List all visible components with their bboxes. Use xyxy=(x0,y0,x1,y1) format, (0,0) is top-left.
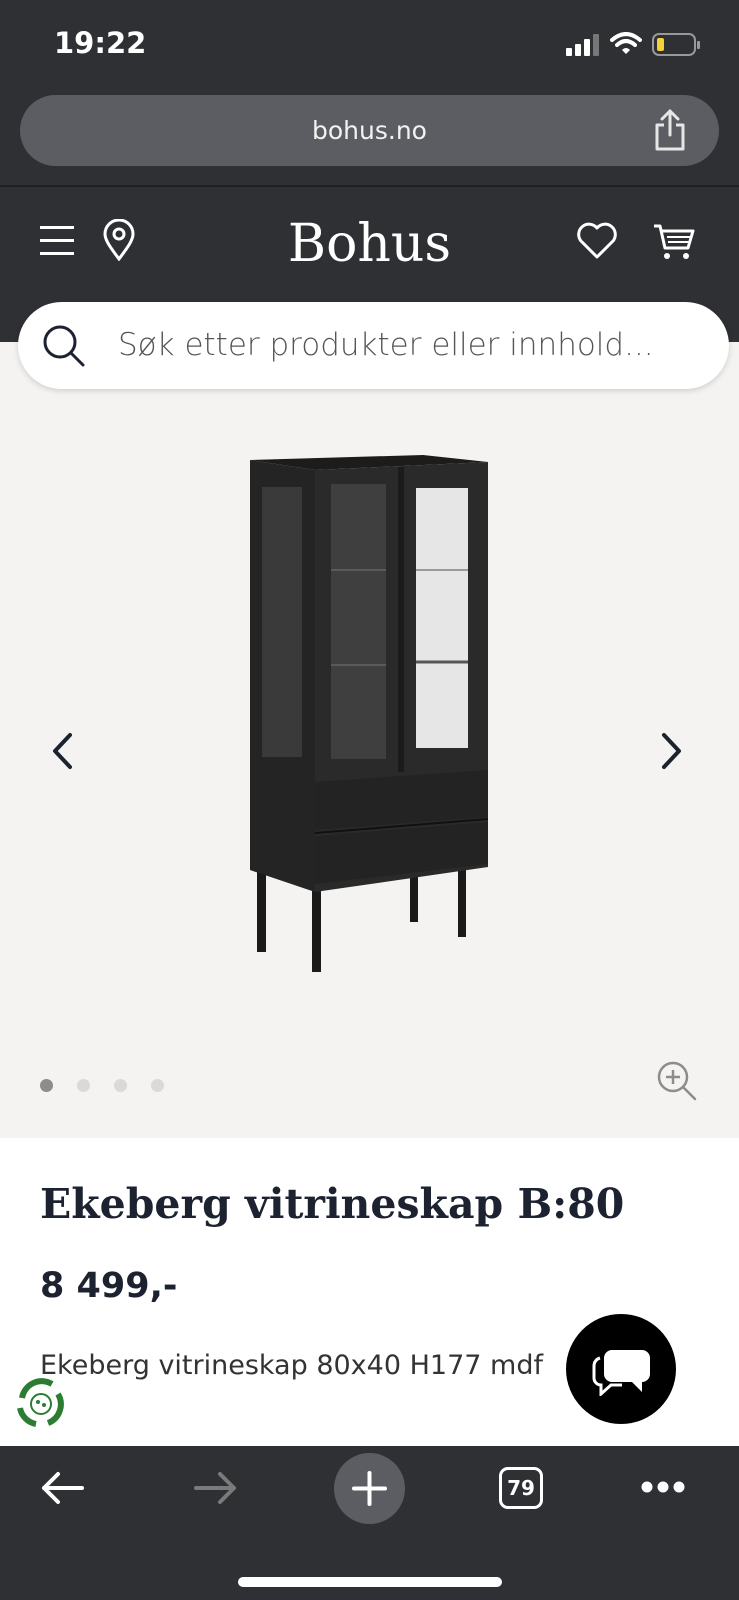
tabs-button[interactable]: 79 xyxy=(499,1467,543,1509)
new-tab-button[interactable] xyxy=(334,1453,405,1524)
search-placeholder: Søk etter produkter eller innhold... xyxy=(118,327,654,363)
gallery-dot[interactable] xyxy=(40,1079,53,1092)
status-time: 19:22 xyxy=(54,26,147,60)
back-arrow-icon[interactable] xyxy=(40,1470,86,1506)
product-gallery[interactable] xyxy=(0,342,739,1138)
chat-icon xyxy=(592,1350,650,1396)
url-text: bohus.no xyxy=(312,116,427,145)
gallery-dot[interactable] xyxy=(77,1079,90,1092)
gallery-dot[interactable] xyxy=(114,1079,127,1092)
product-title: Ekeberg vitrineskap B:80 xyxy=(40,1180,625,1228)
cart-icon[interactable] xyxy=(652,222,696,262)
chevron-left-icon[interactable] xyxy=(50,732,74,770)
tabs-count: 79 xyxy=(507,1476,535,1500)
new-tab-icon xyxy=(352,1471,387,1506)
status-bar: 19:22 xyxy=(0,0,739,92)
zoom-in-icon[interactable] xyxy=(656,1060,698,1102)
share-icon[interactable] xyxy=(652,109,688,153)
signal-icon xyxy=(566,34,599,56)
eco-badge[interactable] xyxy=(12,1374,70,1434)
address-bar[interactable]: bohus.no xyxy=(20,95,719,166)
forward-arrow-icon[interactable] xyxy=(192,1470,238,1506)
product-price: 8 499,- xyxy=(40,1266,178,1306)
search-input[interactable]: Søk etter produkter eller innhold... xyxy=(18,302,729,389)
heart-icon[interactable] xyxy=(576,222,618,260)
search-icon xyxy=(43,325,85,367)
product-image xyxy=(250,455,489,972)
eco-badge-icon xyxy=(17,1378,64,1427)
wifi-icon xyxy=(610,32,642,54)
site-logo[interactable]: Bohus xyxy=(0,214,739,274)
home-indicator xyxy=(238,1577,502,1587)
gallery-dot[interactable] xyxy=(151,1079,164,1092)
more-icon[interactable] xyxy=(640,1480,686,1494)
chat-button[interactable] xyxy=(566,1314,676,1424)
battery-icon xyxy=(652,33,700,56)
chevron-right-icon[interactable] xyxy=(660,732,684,770)
product-description: Ekeberg vitrineskap 80x40 H177 mdf xyxy=(40,1350,543,1381)
